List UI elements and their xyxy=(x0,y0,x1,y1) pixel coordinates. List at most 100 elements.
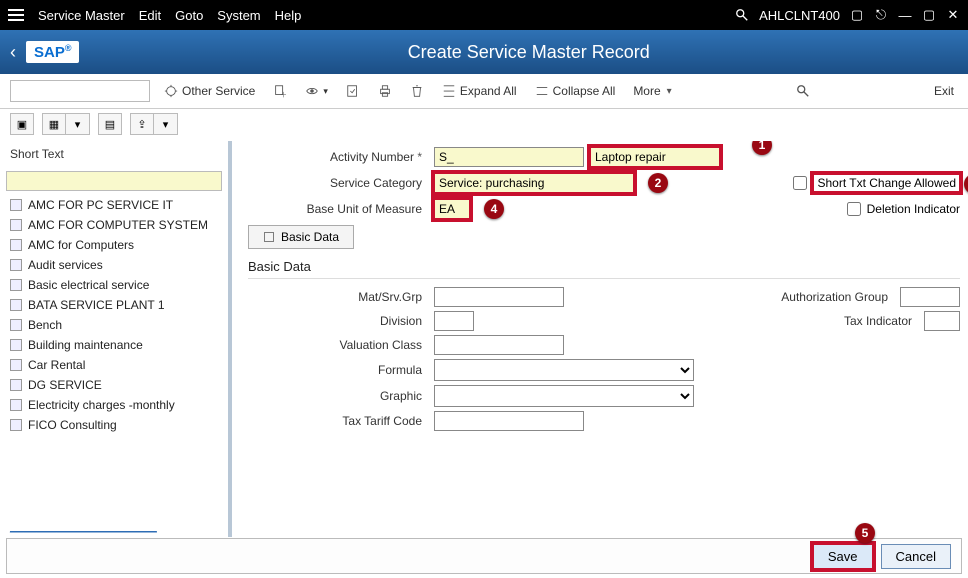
division-label: Division xyxy=(248,314,428,328)
document-icon xyxy=(10,419,22,431)
list-item[interactable]: Audit services xyxy=(0,255,228,275)
sap-logo: SAP® xyxy=(26,41,79,63)
tab-basic-data[interactable]: Basic Data xyxy=(248,225,354,249)
document-icon xyxy=(10,379,22,391)
authorization-group-input[interactable] xyxy=(900,287,960,307)
toolbar-delete-icon[interactable] xyxy=(406,82,428,100)
save-button[interactable]: Save xyxy=(813,544,873,569)
grid-dropdown-icon[interactable]: ▾ xyxy=(66,113,90,135)
formula-select[interactable] xyxy=(434,359,694,381)
menu-help[interactable]: Help xyxy=(275,8,302,23)
activity-number-text-input[interactable] xyxy=(590,147,720,167)
toolbar-expand-all[interactable]: Expand All xyxy=(438,82,521,100)
menu-system[interactable]: System xyxy=(217,8,260,23)
list-item[interactable]: Bench xyxy=(0,315,228,335)
graphic-select[interactable] xyxy=(434,385,694,407)
list-item[interactable]: Building maintenance xyxy=(0,335,228,355)
list-item[interactable]: BATA SERVICE PLANT 1 xyxy=(0,295,228,315)
menu-hamburger-icon[interactable] xyxy=(8,9,24,21)
cancel-button[interactable]: Cancel xyxy=(881,544,951,569)
toolbar-check-icon[interactable] xyxy=(342,82,364,100)
settings-icon[interactable]: ⎋ xyxy=(874,8,888,22)
toolbar-more-label: More xyxy=(633,84,660,98)
layout-icon[interactable]: ▤ xyxy=(98,113,122,135)
toolbar-other-service-label: Other Service xyxy=(182,84,255,98)
tree-expand-icon[interactable]: ▣ xyxy=(10,113,34,135)
step-badge-2: 2 xyxy=(648,173,668,193)
mat-srv-grp-label: Mat/Srv.Grp xyxy=(248,290,428,304)
minimize-icon[interactable]: — xyxy=(898,8,912,22)
main-content: Short Text AMC FOR PC SERVICE IT AMC FOR… xyxy=(0,141,968,537)
search-icon[interactable] xyxy=(735,8,749,22)
short-txt-change-label: Short Txt Change Allowed xyxy=(813,174,960,192)
toolbar-display-icon[interactable]: ▾ xyxy=(301,82,332,100)
valuation-class-label: Valuation Class xyxy=(248,338,428,352)
division-input[interactable] xyxy=(434,311,474,331)
toolbar-collapse-all[interactable]: Collapse All xyxy=(531,82,620,100)
app-toolbar: Other Service ＋ ▾ Expand All Collapse Al… xyxy=(0,74,968,109)
service-category-input[interactable] xyxy=(434,173,634,193)
list-item[interactable]: FICO Consulting xyxy=(0,415,228,435)
tab-icon xyxy=(263,231,275,243)
toolbar-other-service[interactable]: Other Service xyxy=(160,82,259,100)
document-icon xyxy=(10,339,22,351)
title-bar: ‹ SAP® Create Service Master Record xyxy=(0,30,968,74)
toolbar-exit[interactable]: Exit xyxy=(930,82,958,100)
list-item[interactable]: Basic electrical service xyxy=(0,275,228,295)
formula-label: Formula xyxy=(248,363,428,377)
document-icon xyxy=(10,239,22,251)
grid-icon[interactable]: ▦ xyxy=(42,113,66,135)
document-icon xyxy=(10,399,22,411)
menu-edit[interactable]: Edit xyxy=(139,8,161,23)
base-uom-label: Base Unit of Measure xyxy=(248,202,428,216)
export-icon[interactable]: ⇪ xyxy=(130,113,154,135)
menu-goto[interactable]: Goto xyxy=(175,8,203,23)
export-dropdown-icon[interactable]: ▾ xyxy=(154,113,178,135)
toolbar-print-icon[interactable] xyxy=(374,82,396,100)
toolbar-create-icon[interactable]: ＋ xyxy=(269,82,291,100)
toolbar-more[interactable]: More xyxy=(629,82,675,100)
valuation-class-input[interactable] xyxy=(434,335,564,355)
list-item[interactable]: Car Rental xyxy=(0,355,228,375)
footer-bar: 5 Save Cancel xyxy=(6,538,962,574)
list-item[interactable]: AMC FOR PC SERVICE IT xyxy=(0,195,228,215)
document-icon xyxy=(10,319,22,331)
back-button[interactable]: ‹ xyxy=(10,42,16,63)
svg-text:＋: ＋ xyxy=(280,91,287,98)
list-item[interactable]: DG SERVICE xyxy=(0,375,228,395)
document-icon xyxy=(10,219,22,231)
left-pane-bottom-link[interactable]: ______________________ xyxy=(0,515,228,537)
toolbar-expand-all-label: Expand All xyxy=(460,84,517,98)
document-icon xyxy=(10,259,22,271)
short-text-list[interactable]: AMC FOR PC SERVICE IT AMC FOR COMPUTER S… xyxy=(0,195,228,515)
tab-basic-data-label: Basic Data xyxy=(281,230,339,244)
close-icon[interactable]: ✕ xyxy=(946,8,960,22)
menu-service-master[interactable]: Service Master xyxy=(38,8,125,23)
toolbar-find-icon[interactable] xyxy=(796,84,810,98)
system-id: AHLCLNT400 xyxy=(759,8,840,23)
base-uom-input[interactable] xyxy=(434,199,470,219)
authorization-group-label: Authorization Group xyxy=(781,290,894,304)
list-item[interactable]: AMC FOR COMPUTER SYSTEM xyxy=(0,215,228,235)
secondary-toolbar: ▣ ▦ ▾ ▤ ⇪ ▾ xyxy=(0,109,968,141)
left-pane-filter-input[interactable] xyxy=(6,171,222,191)
document-icon xyxy=(10,299,22,311)
deletion-indicator-checkbox[interactable] xyxy=(847,202,861,216)
graphic-label: Graphic xyxy=(248,389,428,403)
tax-indicator-input[interactable] xyxy=(924,311,960,331)
step-badge-4: 4 xyxy=(484,199,504,219)
mat-srv-grp-input[interactable] xyxy=(434,287,564,307)
list-item[interactable]: AMC for Computers xyxy=(0,235,228,255)
list-item[interactable]: Electricity charges -monthly xyxy=(0,395,228,415)
short-txt-change-checkbox[interactable] xyxy=(793,176,807,190)
step-badge-5: 5 xyxy=(855,523,875,543)
activity-number-input[interactable] xyxy=(434,147,584,167)
deletion-indicator-label: Deletion Indicator xyxy=(867,202,960,216)
tax-tariff-code-label: Tax Tariff Code xyxy=(248,414,428,428)
toolbar-collapse-all-label: Collapse All xyxy=(553,84,616,98)
window-new-icon[interactable]: ▢ xyxy=(850,8,864,22)
maximize-icon[interactable]: ▢ xyxy=(922,8,936,22)
tax-tariff-code-input[interactable] xyxy=(434,411,584,431)
command-field[interactable] xyxy=(10,80,150,102)
document-icon xyxy=(10,279,22,291)
